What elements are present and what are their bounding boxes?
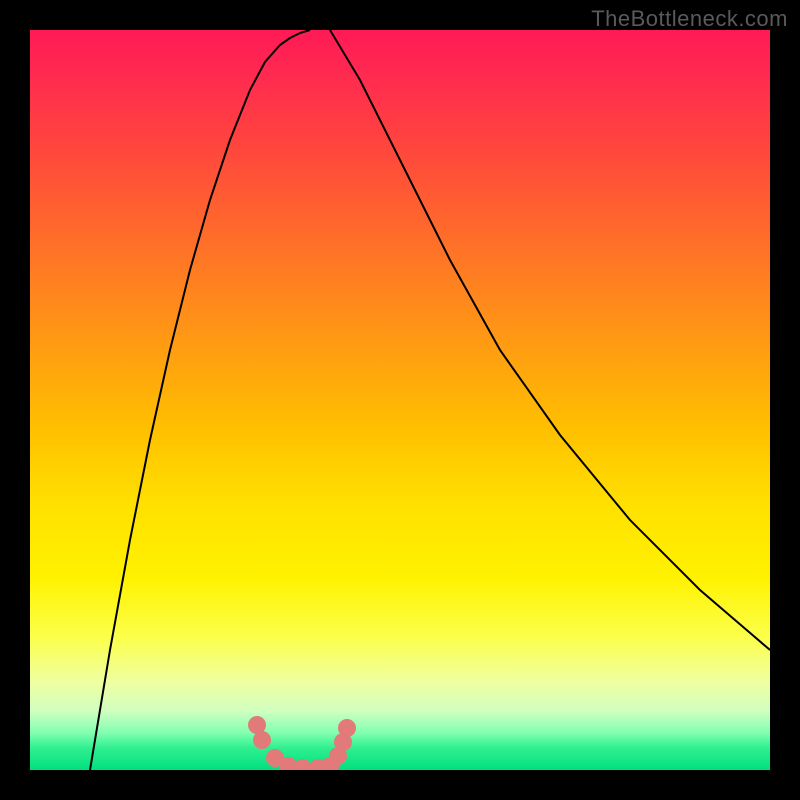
marker-group	[248, 716, 356, 770]
data-marker	[338, 719, 356, 737]
data-marker	[253, 731, 271, 749]
curve-left	[90, 30, 310, 770]
watermark-text: TheBottleneck.com	[591, 6, 788, 32]
plot-area	[30, 30, 770, 770]
curve-right	[330, 30, 770, 650]
chart-svg	[30, 30, 770, 770]
